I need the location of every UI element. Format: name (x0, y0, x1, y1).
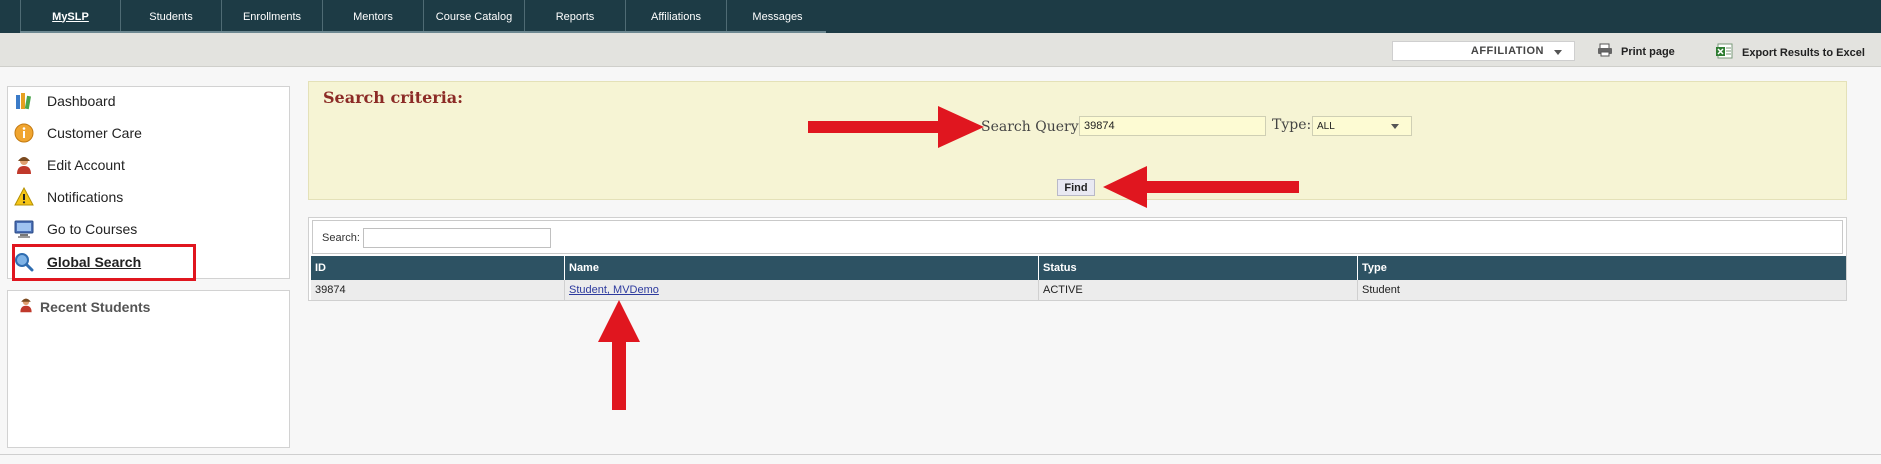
sidebar-item-label: Edit Account (47, 157, 125, 173)
results-search-bar: Search: (312, 220, 1843, 254)
sidebar-item-go-to-courses[interactable]: Go to Courses (13, 217, 137, 241)
arrow-left-annotation (1103, 166, 1299, 208)
results-search-input[interactable] (363, 228, 551, 248)
recent-students-title: Recent Students (18, 297, 150, 316)
export-excel-link[interactable]: Export Results to Excel (1716, 43, 1865, 62)
affiliation-select-label: AFFILIATION (1470, 45, 1544, 57)
student-name-link[interactable]: Student, MVDemo (569, 284, 659, 296)
print-page-link[interactable]: Print page (1597, 43, 1675, 60)
results-table-header: ID Name Status Type (311, 256, 1846, 280)
table-row: 39874 Student, MVDemo ACTIVE Student (311, 280, 1846, 300)
search-query-input[interactable] (1079, 116, 1266, 136)
type-select[interactable]: ALL (1312, 116, 1412, 136)
info-icon (13, 122, 35, 144)
user-icon (18, 297, 34, 316)
cell-type: Student (1362, 284, 1400, 296)
sidebar-item-label: Dashboard (47, 93, 116, 109)
column-header-status[interactable]: Status (1039, 256, 1358, 280)
tab-course-catalog[interactable]: Course Catalog (424, 0, 525, 33)
column-header-id[interactable]: ID (311, 256, 565, 280)
tab-messages[interactable]: Messages (727, 0, 828, 33)
tab-reports[interactable]: Reports (525, 0, 626, 33)
export-excel-label: Export Results to Excel (1742, 46, 1865, 59)
top-navigation: MySLP Students Enrollments Mentors Cours… (0, 0, 1881, 33)
sidebar-item-label: Customer Care (47, 125, 142, 141)
arrow-up-annotation (598, 300, 640, 410)
sidebar-item-label: Notifications (47, 189, 124, 205)
recent-students-label: Recent Students (40, 298, 151, 315)
recent-students-panel: Recent Students (7, 290, 290, 448)
print-page-label: Print page (1621, 45, 1675, 58)
user-icon (13, 154, 35, 176)
highlight-box (12, 244, 196, 281)
tab-affiliations[interactable]: Affiliations (626, 0, 727, 33)
tab-mentors[interactable]: Mentors (323, 0, 424, 33)
excel-icon (1716, 43, 1734, 62)
cell-id: 39874 (311, 280, 565, 300)
monitor-icon (13, 218, 35, 240)
warning-icon (13, 186, 35, 208)
cell-name: Student, MVDemo (565, 280, 1039, 300)
type-label: Type: (1272, 117, 1312, 133)
arrow-right-annotation (808, 106, 984, 148)
tab-enrollments[interactable]: Enrollments (222, 0, 323, 33)
sidebar-item-customer-care[interactable]: Customer Care (13, 121, 142, 145)
column-header-type[interactable]: Type (1358, 256, 1846, 280)
sidebar-item-label: Go to Courses (47, 221, 138, 237)
results-panel: Search: ID Name Status Type 39874 Studen… (308, 217, 1847, 301)
toolbar: AFFILIATION Print page Export Results to… (0, 33, 1881, 67)
printer-icon (1597, 43, 1613, 60)
tab-students[interactable]: Students (121, 0, 222, 33)
search-query-label: Search Query: (981, 119, 1084, 135)
search-criteria-title: Search criteria: (323, 88, 464, 107)
chevron-down-icon (1554, 50, 1562, 55)
sidebar-item-edit-account[interactable]: Edit Account (13, 153, 125, 177)
tab-myslp[interactable]: MySLP (20, 0, 121, 33)
sidebar-item-dashboard[interactable]: Dashboard (13, 89, 116, 113)
books-icon (13, 90, 35, 112)
results-search-label: Search: (322, 232, 360, 244)
sidebar-item-notifications[interactable]: Notifications (13, 185, 123, 209)
cell-status: ACTIVE (1039, 280, 1358, 300)
type-select-value: ALL (1317, 120, 1335, 132)
find-button[interactable]: Find (1057, 179, 1095, 196)
chevron-down-icon (1391, 124, 1399, 129)
footer-divider (0, 454, 1881, 455)
affiliation-select[interactable]: AFFILIATION (1392, 41, 1575, 61)
column-header-name[interactable]: Name (565, 256, 1039, 280)
